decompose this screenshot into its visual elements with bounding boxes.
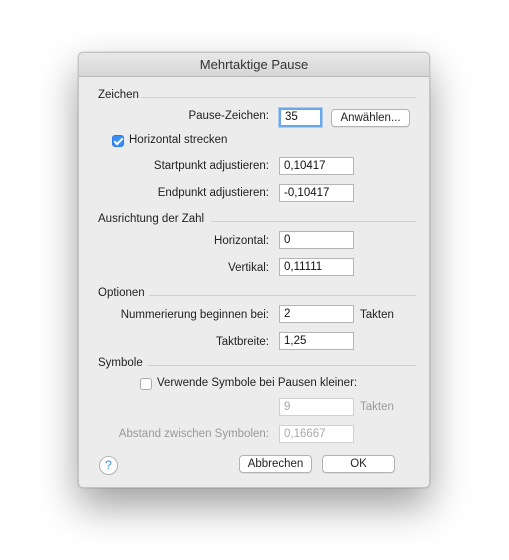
horizontal-stretch-checkbox[interactable]	[112, 135, 124, 147]
section-divider	[141, 97, 416, 98]
pause-character-label: Pause-Zeichen:	[188, 110, 269, 122]
section-divider	[149, 295, 416, 296]
select-character-button[interactable]: Anwählen...	[331, 109, 410, 127]
horizontal-stretch-label: Horizontal strecken	[129, 134, 228, 146]
start-numbering-label: Nummerierung beginnen bei:	[120, 309, 269, 321]
help-icon[interactable]: ?	[99, 456, 118, 475]
end-adjust-label: Endpunkt adjustieren:	[157, 187, 269, 199]
start-numbering-unit: Takten	[360, 309, 394, 321]
dialog-window: Mehrtaktige Pause Zeichen Pause-Zeichen:…	[78, 52, 430, 488]
symbol-spacing-input[interactable]: 0,16667	[279, 425, 354, 443]
measure-width-label: Taktbreite:	[215, 336, 269, 348]
number-horizontal-input[interactable]: 0	[279, 231, 354, 249]
use-symbols-checkbox[interactable]	[140, 378, 152, 390]
symbol-spacing-label: Abstand zwischen Symbolen:	[118, 428, 269, 440]
number-vertical-input[interactable]: 0,11111	[279, 258, 354, 276]
symbol-threshold-input[interactable]: 9	[279, 398, 354, 416]
cancel-button[interactable]: Abbrechen	[239, 455, 312, 473]
number-vertical-label: Vertikal:	[228, 262, 269, 274]
ok-button[interactable]: OK	[322, 455, 395, 473]
section-ausrichtung: Ausrichtung der Zahl	[98, 213, 205, 225]
end-adjust-input[interactable]: -0,10417	[279, 184, 354, 202]
section-divider	[211, 221, 416, 222]
measure-width-input[interactable]: 1,25	[279, 332, 354, 350]
start-adjust-input[interactable]: 0,10417	[279, 157, 354, 175]
number-horizontal-label: Horizontal:	[214, 235, 269, 247]
start-adjust-label: Startpunkt adjustieren:	[153, 160, 269, 172]
section-symbole: Symbole	[98, 357, 143, 369]
dialog-title: Mehrtaktige Pause	[79, 53, 429, 77]
start-numbering-input[interactable]: 2	[279, 305, 354, 323]
section-divider	[148, 365, 416, 366]
section-zeichen: Zeichen	[98, 89, 139, 101]
use-symbols-label: Verwende Symbole bei Pausen kleiner:	[157, 377, 358, 389]
section-optionen: Optionen	[98, 287, 145, 299]
pause-character-input[interactable]: 35	[279, 108, 322, 127]
symbol-threshold-unit: Takten	[360, 401, 394, 413]
